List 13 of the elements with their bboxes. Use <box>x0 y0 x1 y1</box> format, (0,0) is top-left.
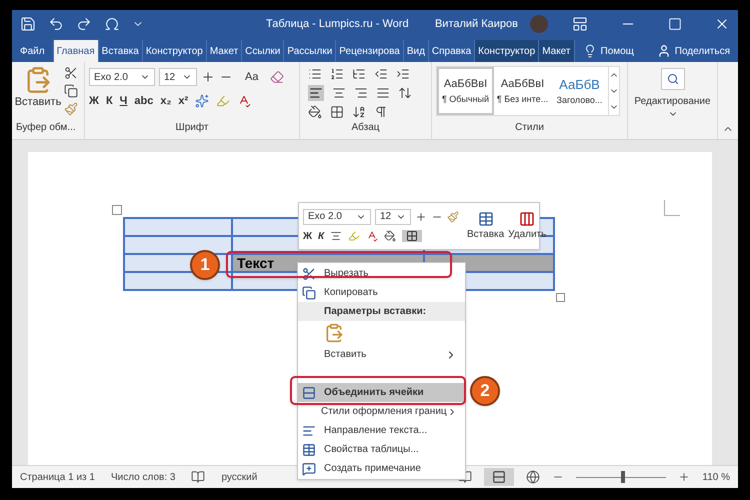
style-name: ¶ Без инте... <box>496 92 548 106</box>
style-preview: АаБбВвI <box>500 77 544 92</box>
style-preview: АаБбВ <box>559 76 600 94</box>
style-name: Заголово... <box>556 94 602 107</box>
group-label: Абзац <box>351 121 380 135</box>
menu-section-header: Параметры вставки: <box>298 302 465 321</box>
window-title: Таблица - Lumpics.ru - Word <box>266 16 409 32</box>
style-name: ¶ Обычный <box>442 92 490 106</box>
group-label: Буфер обм... <box>15 121 77 135</box>
group-label: Стили <box>515 121 544 135</box>
group-label: Шрифт <box>176 121 208 135</box>
user-name: Виталий Каиров <box>434 16 518 32</box>
style-preview: АаБбВвI <box>444 77 488 92</box>
